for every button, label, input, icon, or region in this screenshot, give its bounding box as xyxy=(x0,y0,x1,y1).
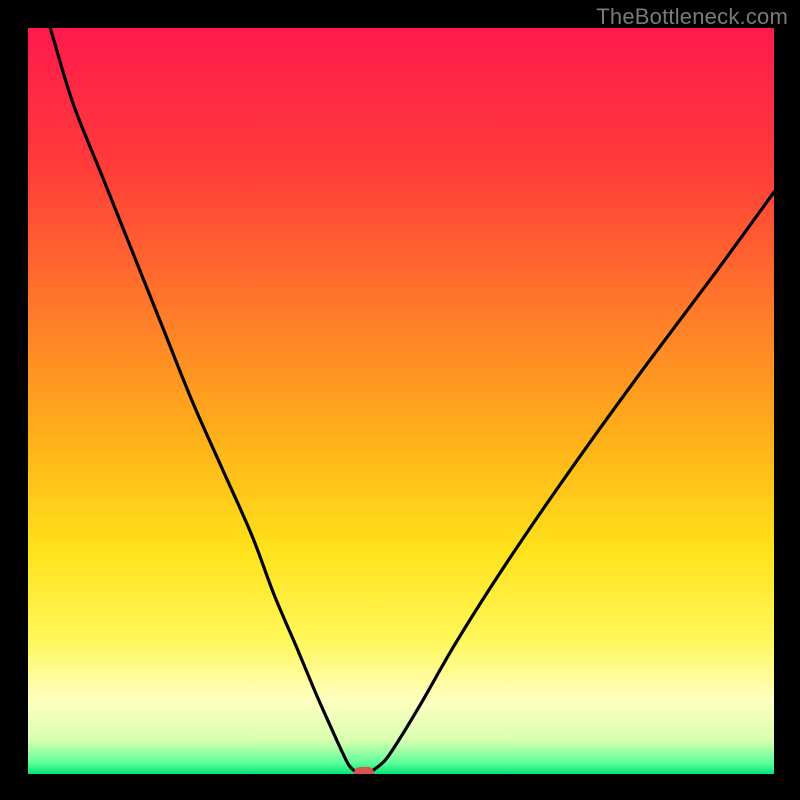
chart-frame: TheBottleneck.com xyxy=(0,0,800,800)
optimum-marker xyxy=(354,767,374,775)
plot-area xyxy=(28,28,774,774)
bottleneck-curve xyxy=(28,28,774,774)
watermark-text: TheBottleneck.com xyxy=(596,4,788,30)
